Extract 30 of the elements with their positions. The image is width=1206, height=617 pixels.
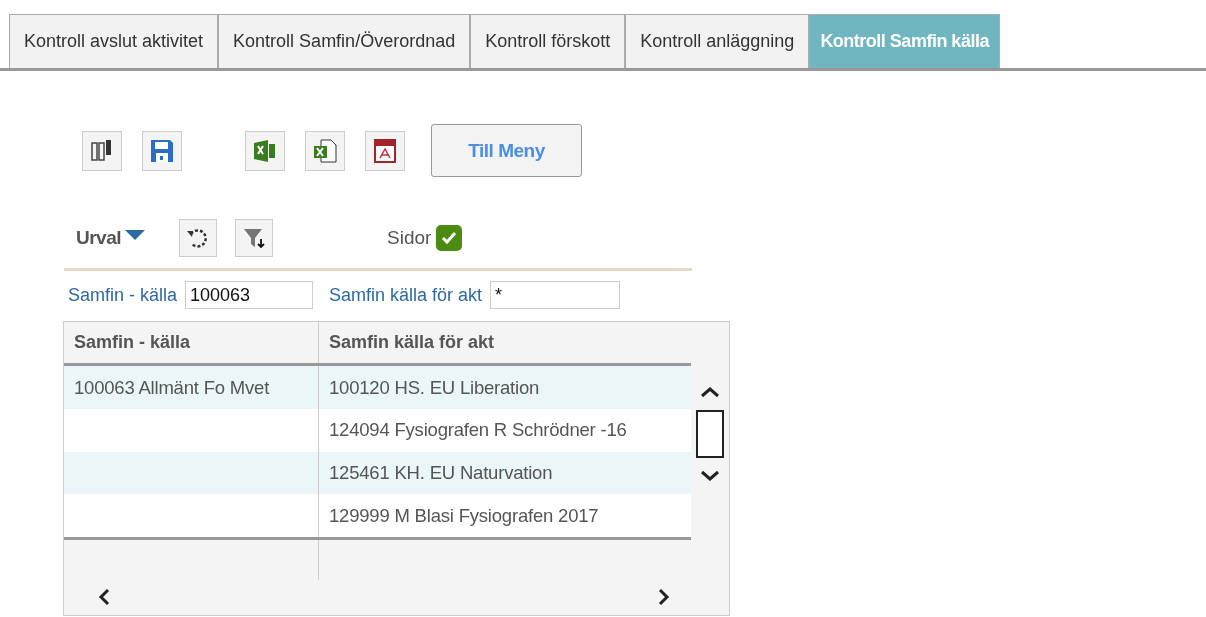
pdf-icon[interactable] <box>365 130 405 171</box>
excel-icon[interactable] <box>245 130 285 171</box>
filter-field[interactable]: 100063 <box>185 281 314 309</box>
caret-icon[interactable] <box>125 230 146 242</box>
column-header[interactable]: Samfin - källa <box>64 322 319 364</box>
filter-label: Samfin källa för akt <box>329 284 483 306</box>
filter-field[interactable]: * <box>490 281 621 309</box>
save-icon[interactable] <box>142 130 182 171</box>
table-cell: 100120 HS. EU Liberation <box>329 376 540 399</box>
table-cell: 124094 Fysiografen R Schrödner -16 <box>329 419 627 442</box>
filter-label: Samfin - källa <box>68 284 178 306</box>
tab[interactable]: Kontroll Samfin/Överordnad <box>218 14 471 68</box>
scroll-right-icon[interactable] <box>657 587 671 606</box>
excel-file-icon[interactable] <box>305 130 345 171</box>
scroll-down-icon[interactable] <box>700 469 720 482</box>
tab[interactable]: Kontroll förskott <box>470 14 626 68</box>
columns-icon[interactable] <box>82 130 122 171</box>
selection-dropdown[interactable]: Urval <box>76 227 146 249</box>
table-cell: 125461 KH. EU Naturvation <box>329 462 553 485</box>
column-header[interactable]: Samfin källa för akt <box>319 322 691 364</box>
filter-icon[interactable] <box>235 219 274 257</box>
pages-label: Sidor <box>387 227 432 249</box>
table-cell: 129999 M Blasi Fysiografen 2017 <box>329 504 599 527</box>
table-cell: 100063 Allmänt Fo Mvet <box>74 376 270 399</box>
refresh-icon[interactable] <box>179 219 218 257</box>
scroll-thumb[interactable] <box>696 409 724 458</box>
tab[interactable]: Kontroll anläggning <box>625 14 810 68</box>
scroll-left-icon[interactable] <box>97 587 111 606</box>
scroll-up-icon[interactable] <box>700 385 720 398</box>
tab[interactable]: Kontroll avslut aktivitet <box>9 14 219 68</box>
